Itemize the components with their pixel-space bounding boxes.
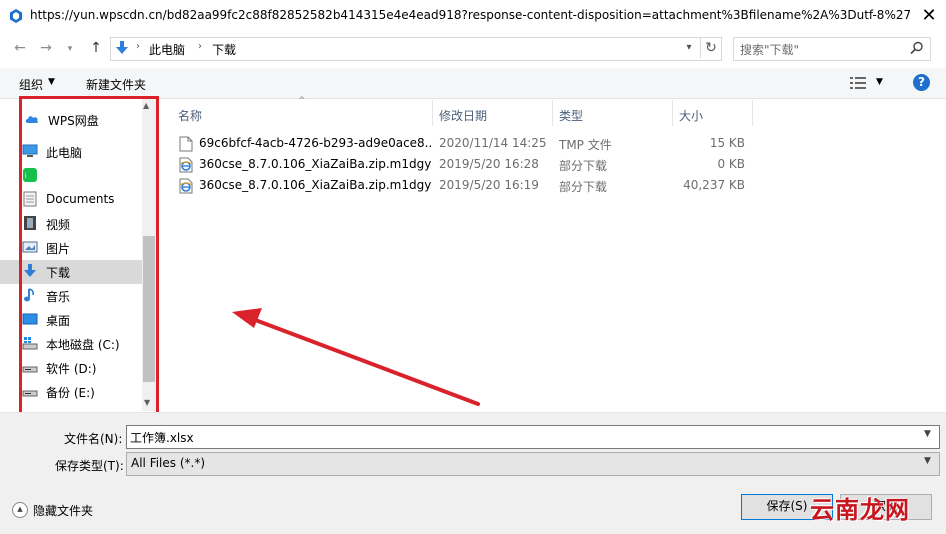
recent-locations-icon[interactable]: ▾	[60, 39, 80, 59]
file-type: 部分下载	[559, 159, 608, 173]
column-divider[interactable]	[672, 100, 673, 126]
chevron-down-icon[interactable]: ▼	[876, 77, 883, 87]
view-options-icon[interactable]	[850, 76, 866, 90]
file-row[interactable]: 360cse_8.7.0.106_XiaZaiBa.zip.m1dgy... 2…	[176, 154, 752, 175]
window-title: https://yun.wpscdn.cn/bd82aa99fc2c88f828…	[30, 8, 910, 22]
file-icon	[179, 136, 193, 152]
column-header-date[interactable]: 修改日期	[439, 107, 487, 124]
breadcrumb-separator: ›	[198, 41, 202, 52]
file-date: 2019/5/20 16:28	[439, 157, 539, 171]
chevron-down-icon[interactable]: ▼	[924, 429, 931, 439]
file-name: 360cse_8.7.0.106_XiaZaiBa.zip.m1dgy...	[199, 157, 431, 171]
file-name: 69c6bfcf-4acb-4726-b293-ad9e0ace8...	[199, 136, 431, 150]
filename-value: 工作簿.xlsx	[130, 431, 194, 445]
column-divider[interactable]	[432, 100, 433, 126]
filename-label: 文件名(N):	[64, 432, 123, 446]
filetype-value: All Files (*.*)	[131, 456, 206, 470]
file-name: 360cse_8.7.0.106_XiaZaiBa.zip.m1dgy...	[199, 178, 431, 192]
ie-file-icon	[179, 178, 193, 194]
back-arrow-icon[interactable]: ←	[10, 38, 30, 58]
file-date: 2019/5/20 16:19	[439, 178, 539, 192]
file-type: 部分下载	[559, 180, 608, 194]
file-date: 2020/11/14 14:25	[439, 136, 547, 150]
column-header-type[interactable]: 类型	[559, 107, 583, 124]
sort-ascending-icon: ^	[298, 96, 306, 106]
column-header-name[interactable]: 名称	[178, 107, 202, 124]
file-size: 0 KB	[717, 157, 745, 171]
download-location-icon	[116, 41, 128, 54]
search-icon[interactable]	[910, 41, 924, 55]
close-button[interactable]: ✕	[914, 2, 944, 30]
file-row[interactable]: 360cse_8.7.0.106_XiaZaiBa.zip.m1dgy... 2…	[176, 175, 752, 196]
chevron-down-icon[interactable]: ▼	[924, 456, 931, 466]
new-folder-button[interactable]: 新建文件夹	[86, 76, 146, 93]
file-size: 15 KB	[709, 136, 745, 150]
help-icon[interactable]: ?	[913, 74, 930, 91]
column-divider[interactable]	[752, 100, 753, 126]
hide-folders-link[interactable]: 隐藏文件夹	[33, 502, 93, 519]
chevron-down-icon[interactable]: ▼	[48, 77, 55, 87]
column-divider[interactable]	[552, 100, 553, 126]
up-arrow-icon[interactable]: ↑	[86, 38, 106, 58]
breadcrumb-this-pc[interactable]: 此电脑	[149, 41, 185, 58]
file-size: 40,237 KB	[683, 178, 745, 192]
filetype-select[interactable]	[126, 452, 940, 476]
forward-arrow-icon[interactable]: →	[36, 38, 56, 58]
breadcrumb-separator: ›	[136, 41, 140, 52]
filename-input[interactable]	[126, 425, 940, 449]
file-row[interactable]: 69c6bfcf-4acb-4726-b293-ad9e0ace8... 202…	[176, 133, 752, 154]
column-header-size[interactable]: 大小	[679, 107, 703, 124]
app-icon	[10, 9, 22, 23]
highlight-box	[19, 96, 159, 415]
organize-button[interactable]: 组织	[19, 76, 43, 93]
ie-file-icon	[179, 157, 193, 173]
breadcrumb-downloads[interactable]: 下载	[212, 41, 236, 58]
watermark-logo: 云南龙网	[810, 496, 910, 524]
chevron-up-icon[interactable]: ▲	[12, 502, 28, 518]
file-type: TMP 文件	[559, 138, 612, 152]
refresh-icon[interactable]: ↻	[700, 38, 721, 58]
filetype-label: 保存类型(T):	[55, 459, 124, 473]
search-placeholder: 搜索"下载"	[740, 43, 800, 57]
address-dropdown-icon[interactable]: ▾	[681, 40, 697, 56]
